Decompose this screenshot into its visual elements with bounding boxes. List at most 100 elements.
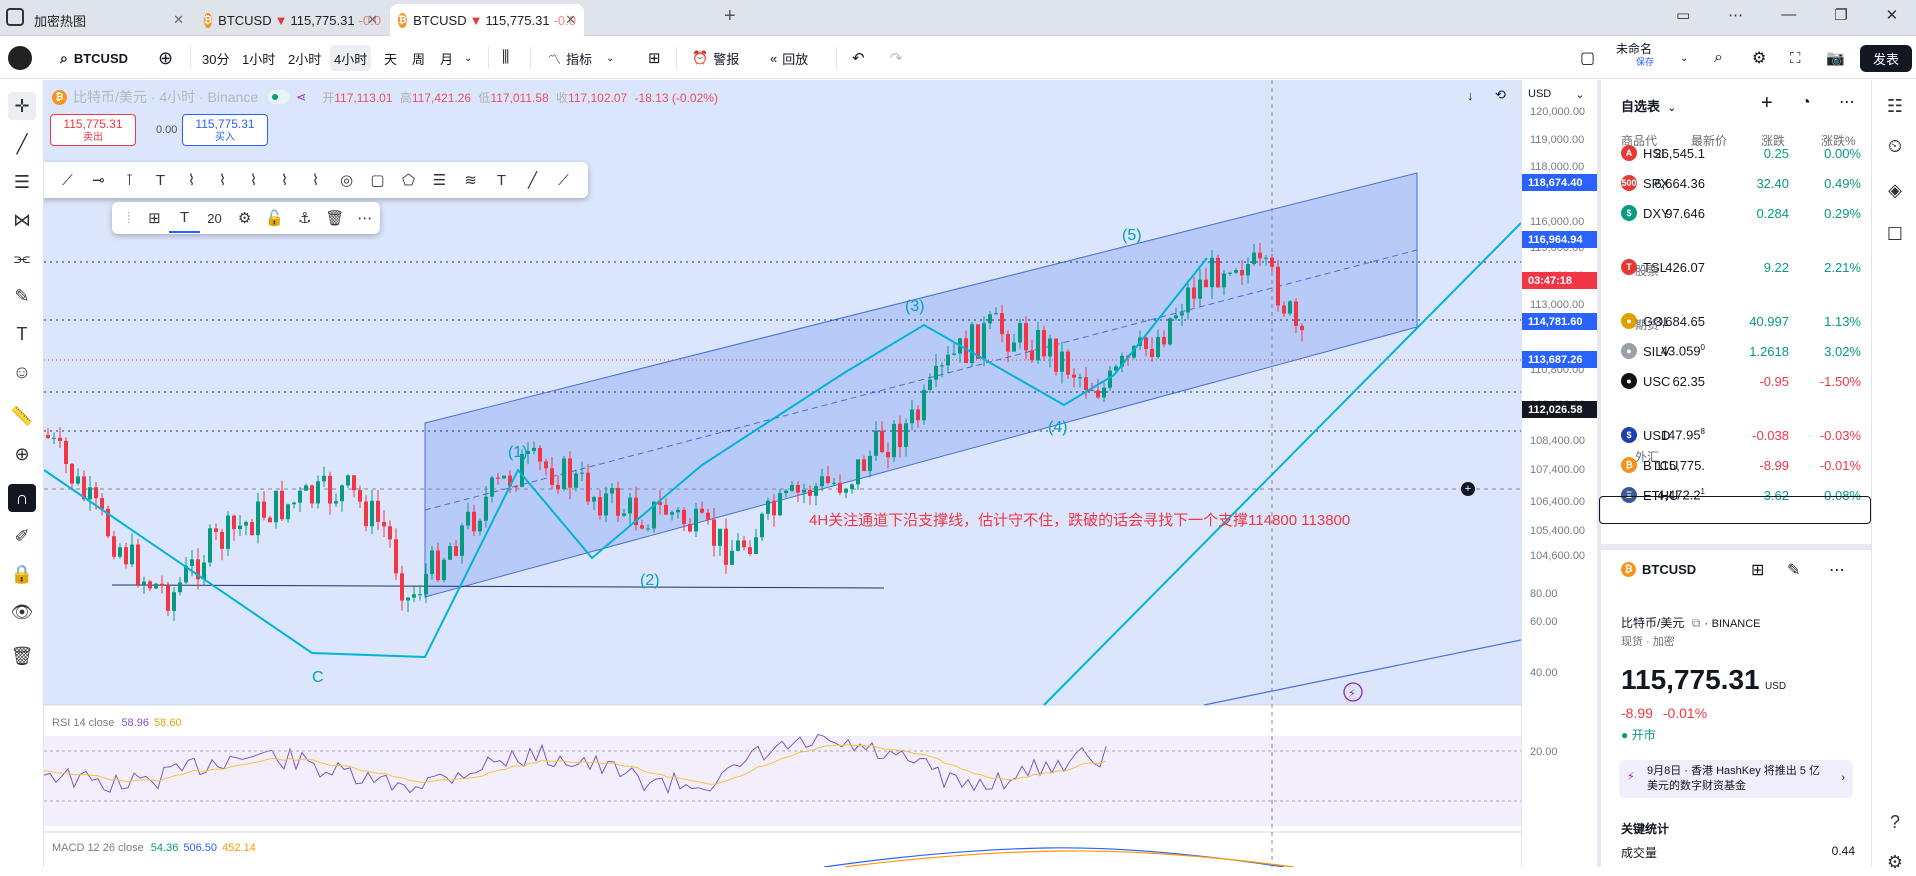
replay-button[interactable]: « 回放: [766, 45, 812, 71]
analysis-note[interactable]: 4H关注通道下沿支撑线，估计守不住，跌破的话会寻找下一个支撑114800 113…: [809, 512, 1350, 529]
xabcd-pattern-icon[interactable]: ⌇: [207, 165, 238, 195]
interval-1h[interactable]: 1小时: [238, 45, 279, 71]
app-menu-icon[interactable]: [6, 8, 24, 26]
text-color-icon[interactable]: T: [169, 203, 200, 233]
magnet-icon[interactable]: ∩: [8, 484, 36, 512]
snapshot-icon[interactable]: 📷: [1822, 45, 1849, 71]
circle-icon[interactable]: ◎: [331, 165, 362, 195]
price-tag[interactable]: 118,674.40: [1522, 174, 1598, 191]
interval-1mo[interactable]: 月: [436, 45, 457, 71]
fullscreen-layout-icon[interactable]: ▢: [1576, 45, 1599, 71]
sell-button[interactable]: 115,775.31 卖出: [50, 114, 136, 146]
close-window-icon[interactable]: ✕: [1886, 6, 1899, 24]
watchlist-row[interactable]: ● SILV 43.0590 1.2618 3.02%: [1601, 336, 1871, 366]
redo-icon[interactable]: ↷: [886, 45, 907, 71]
template-icon[interactable]: ⊞: [139, 203, 169, 233]
fib-fan-icon[interactable]: ≋: [455, 165, 486, 195]
indicators-button[interactable]: 〽 指标 ⌄: [544, 45, 618, 71]
tab-btcusd-1[interactable]: ₿ BTCUSD ▼ 115,775.31 -0.0 ✕: [196, 4, 386, 36]
trend-line-icon[interactable]: ╱: [8, 130, 36, 158]
layout-icon[interactable]: ▭: [1676, 6, 1690, 24]
crosshair-add-icon[interactable]: +: [1461, 482, 1475, 496]
grid-icon[interactable]: ⊞: [1751, 560, 1764, 580]
share-icon[interactable]: ⋖: [296, 90, 306, 104]
tab-btcusd-2[interactable]: ₿ BTCUSD ▼ 115,775.31 -0.0 ✕: [390, 4, 584, 36]
text-tool-icon[interactable]: T: [486, 165, 517, 195]
anchor-icon[interactable]: ⚓: [290, 203, 320, 233]
close-icon[interactable]: ✕: [565, 12, 576, 28]
settings-icon[interactable]: ⚙: [1748, 45, 1770, 71]
compare-button[interactable]: ⊕: [154, 45, 177, 71]
lock-icon[interactable]: 🔒: [8, 560, 36, 588]
wave-1-label[interactable]: (1): [508, 444, 528, 461]
alert-button[interactable]: ⏰ 警报: [688, 45, 743, 71]
crosshair-icon[interactable]: ✛: [8, 92, 36, 120]
interval-30m[interactable]: 30分: [198, 45, 233, 71]
wave-5-label[interactable]: (5): [1122, 227, 1142, 244]
price-tag[interactable]: 03:47:18: [1522, 272, 1598, 289]
notifications-icon[interactable]: ⚙: [1881, 848, 1909, 876]
close-icon[interactable]: ✕: [173, 12, 184, 28]
watchlist-row[interactable]: A HSI 26,545.1 0.25 0.00%: [1601, 138, 1871, 168]
chat-icon[interactable]: ☐: [1881, 220, 1909, 248]
watchlist-row[interactable]: $ DXY 97.646 0.284 0.29%: [1601, 198, 1871, 228]
pattern-icon[interactable]: ⋈: [8, 206, 36, 234]
legend-title[interactable]: 比特币/美元 · 4小时 · Binance: [73, 87, 258, 107]
candle-type-icon[interactable]: ⫼: [498, 45, 513, 71]
chart-view-icon[interactable]: ◔: [1801, 94, 1811, 112]
section-forex[interactable]: 外汇: [1621, 448, 1659, 465]
prediction-icon[interactable]: ⫘: [8, 244, 36, 272]
fullscreen-icon[interactable]: ⛶: [1786, 45, 1805, 71]
more-icon[interactable]: ⋯: [1839, 92, 1855, 112]
watchlist-row[interactable]: ● USC 62.35 -0.95 -1.50%: [1601, 366, 1871, 396]
layers-icon[interactable]: ◈: [1881, 176, 1909, 204]
chevron-down-icon[interactable]: ⌄: [1676, 45, 1692, 71]
minimize-icon[interactable]: —: [1781, 6, 1796, 24]
tab-heatmap[interactable]: 加密热图 ✕: [26, 4, 192, 36]
add-symbol-icon[interactable]: +: [1761, 92, 1773, 115]
zoom-icon[interactable]: ⊕: [8, 440, 36, 468]
new-tab-icon[interactable]: +: [724, 5, 736, 28]
watchlist-title[interactable]: 自选表 ⌄: [1621, 96, 1676, 115]
trash-icon[interactable]: 🗑: [8, 642, 36, 670]
interval-4h[interactable]: 4小时: [330, 45, 372, 71]
currency-selector[interactable]: USD ⌄: [1528, 88, 1584, 101]
eye-icon[interactable]: 👁: [8, 598, 36, 626]
interval-2h[interactable]: 2小时: [284, 45, 325, 71]
polygon-icon[interactable]: ⬠: [393, 165, 424, 195]
drag-handle-icon[interactable]: ⁞: [118, 203, 139, 233]
close-icon[interactable]: ✕: [367, 12, 378, 28]
wxyz-pattern-icon[interactable]: ⌇: [300, 165, 331, 195]
abcd-pattern-icon[interactable]: ⌇: [176, 165, 207, 195]
alerts-clock-icon[interactable]: ⏲: [1881, 132, 1909, 160]
ruler-icon[interactable]: 📏: [8, 402, 36, 430]
templates-icon[interactable]: ⊞: [644, 45, 665, 71]
emoji-icon[interactable]: ☺: [8, 358, 36, 386]
details-symbol[interactable]: BTCUSD: [1642, 562, 1696, 577]
macd-legend[interactable]: MACD 12 26 close 54.36 506.50 452.14: [52, 842, 256, 854]
lightning-icon[interactable]: ⚡: [1348, 688, 1356, 700]
price-tag[interactable]: 112,026.58: [1522, 401, 1598, 418]
news-card[interactable]: ⚡ 9月8日 · 香港 HashKey 将推出 5 亿美元的数字财资基金 ›: [1619, 760, 1853, 798]
interval-1d[interactable]: 天: [380, 45, 401, 71]
more-icon[interactable]: ⋯: [1728, 6, 1743, 24]
help-icon[interactable]: ?: [1881, 808, 1909, 836]
more-icon[interactable]: ⋯: [350, 203, 380, 233]
chart-canvas[interactable]: (1) (2) (3) (4) (5) C 4H关注通道下沿支撑线，估计守不住，…: [44, 80, 1521, 867]
watchlist-icon[interactable]: ☷: [1881, 92, 1909, 120]
quick-search-icon[interactable]: ⌕: [1710, 45, 1727, 71]
delete-icon[interactable]: 🗑: [320, 203, 350, 233]
undo-icon[interactable]: ↶: [848, 45, 869, 71]
wave-c-label[interactable]: C: [312, 669, 324, 686]
user-menu[interactable]: 未命名 保存: [1616, 43, 1654, 69]
segment-icon[interactable]: ⟋: [548, 165, 579, 195]
font-size-selector[interactable]: 20: [200, 203, 230, 233]
fib-retracement-icon[interactable]: ☰: [424, 165, 455, 195]
more-icon[interactable]: ⋯: [1829, 560, 1845, 580]
publish-button[interactable]: 发表: [1860, 45, 1912, 72]
symbol-search[interactable]: ⌕ BTCUSD: [56, 45, 132, 71]
price-tag[interactable]: 116,964.94: [1522, 231, 1598, 248]
settings-icon[interactable]: ⚙: [230, 203, 260, 233]
price-tag[interactable]: 113,687.26: [1522, 351, 1598, 368]
watchlist-row[interactable]: 500 SPX 6,664.36 32.40 0.49%: [1601, 168, 1871, 198]
